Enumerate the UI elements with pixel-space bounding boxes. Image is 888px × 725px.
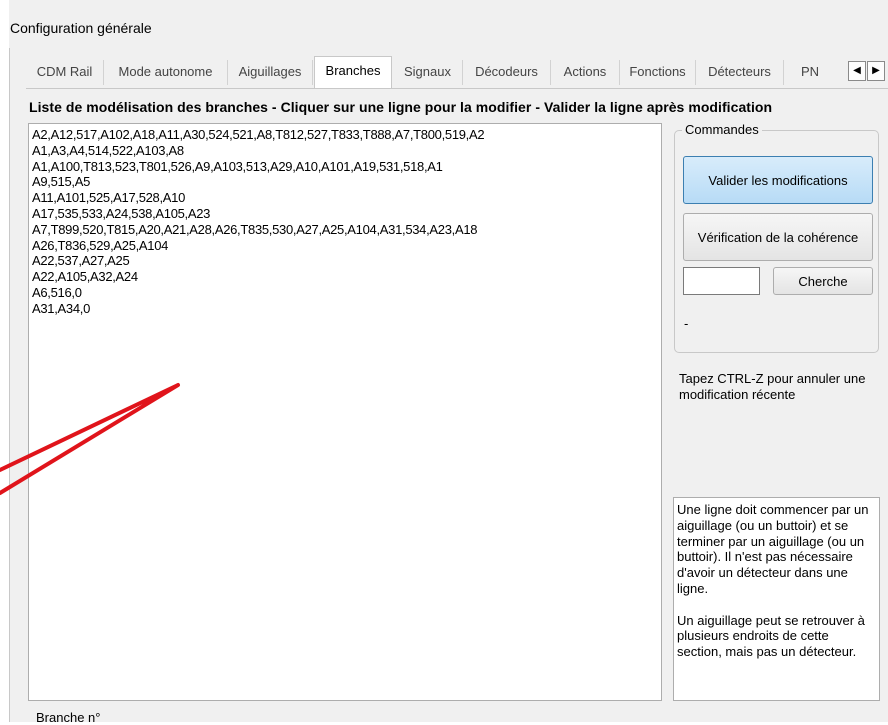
tab-fonctions[interactable]: Fonctions	[620, 60, 696, 85]
branch-line[interactable]: A7,T899,520,T815,A20,A21,A28,A26,T835,53…	[32, 222, 658, 238]
tab-panel-border	[26, 88, 888, 89]
branch-number-label: Branche n°	[36, 710, 101, 725]
branch-line[interactable]: A22,A105,A32,A24	[32, 269, 658, 285]
configuration-window: Configuration générale CDM Rail Mode aut…	[0, 0, 888, 725]
branch-line[interactable]: A31,A34,0	[32, 301, 658, 317]
branch-line[interactable]: A11,A101,525,A17,528,A10	[32, 190, 658, 206]
tab-strip: CDM Rail Mode autonome Aiguillages Branc…	[26, 56, 888, 88]
check-coherence-button[interactable]: Vérification de la cohérence	[683, 213, 873, 261]
validate-modifications-button[interactable]: Valider les modifications	[683, 156, 873, 204]
frame-border	[9, 48, 10, 722]
tab-decodeurs[interactable]: Décodeurs	[463, 60, 551, 85]
window-title: Configuration générale	[10, 20, 152, 36]
title-bar: Configuration générale	[9, 8, 888, 48]
tab-scroll-left-icon[interactable]: ◀	[848, 61, 866, 81]
branch-line[interactable]: A6,516,0	[32, 285, 658, 301]
branch-line[interactable]: A1,A3,A4,514,522,A103,A8	[32, 143, 658, 159]
branch-line[interactable]: A2,A12,517,A102,A18,A11,A30,524,521,A8,T…	[32, 127, 658, 143]
tab-aiguillages[interactable]: Aiguillages	[228, 60, 313, 85]
branch-line[interactable]: A26,T836,529,A25,A104	[32, 238, 658, 254]
tab-actions[interactable]: Actions	[551, 60, 620, 85]
rules-paragraph: Une ligne doit commencer par un aiguilla…	[677, 502, 869, 596]
window-edge	[0, 0, 9, 722]
status-text: -	[684, 316, 689, 331]
tab-detecteurs[interactable]: Détecteurs	[696, 60, 784, 85]
branch-line[interactable]: A1,A100,T813,523,T801,526,A9,A103,513,A2…	[32, 159, 658, 175]
branches-heading: Liste de modélisation des branches - Cli…	[29, 99, 773, 115]
search-input[interactable]	[683, 267, 760, 295]
tab-mode-autonome[interactable]: Mode autonome	[104, 60, 228, 85]
branch-line[interactable]: A17,535,533,A24,538,A105,A23	[32, 206, 658, 222]
tab-signaux[interactable]: Signaux	[393, 60, 463, 85]
tab-pn[interactable]: PN	[784, 60, 836, 85]
tab-scroll-right-icon[interactable]: ▶	[867, 61, 885, 81]
branch-line[interactable]: A22,537,A27,A25	[32, 253, 658, 269]
commands-group-label: Commandes	[682, 122, 762, 137]
branch-line[interactable]: A9,515,A5	[32, 174, 658, 190]
rules-paragraph: Un aiguillage peut se retrouver à plusie…	[677, 612, 865, 660]
branch-list-editor[interactable]: A2,A12,517,A102,A18,A11,A30,524,521,A8,T…	[28, 123, 662, 701]
tab-cdm-rail[interactable]: CDM Rail	[26, 60, 104, 85]
search-button[interactable]: Cherche	[773, 267, 873, 295]
undo-hint: Tapez CTRL-Z pour annuler une modificati…	[679, 371, 866, 402]
tab-branches[interactable]: Branches	[314, 56, 392, 88]
rules-help-box: Une ligne doit commencer par un aiguilla…	[673, 497, 880, 701]
